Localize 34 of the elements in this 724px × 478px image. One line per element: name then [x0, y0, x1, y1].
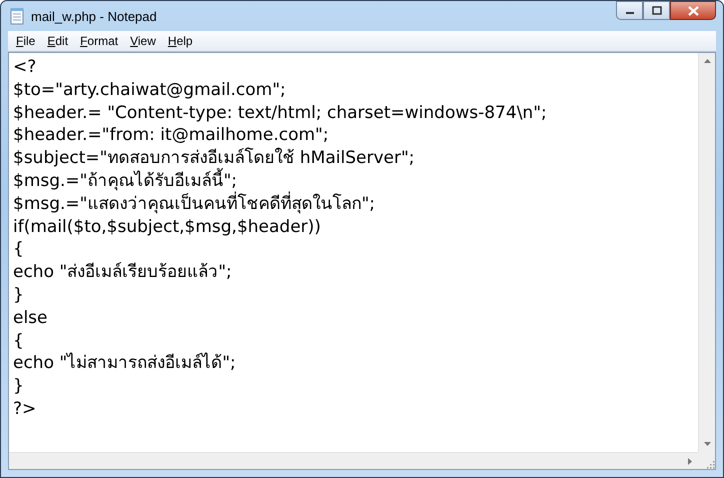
scroll-down-icon [704, 442, 710, 446]
code-line: } [13, 375, 24, 398]
scroll-right-icon [688, 458, 692, 464]
window-title: mail_w.php - Notepad [31, 8, 158, 24]
code-line: } [13, 284, 24, 307]
maximize-button[interactable] [643, 1, 670, 20]
menu-item[interactable]: Help [162, 32, 199, 50]
code-line: ?> [13, 398, 36, 421]
code-line: echo "ไม่สามารถส่งอีเมล์ได้"; [13, 352, 236, 376]
resize-grip-icon [706, 460, 715, 469]
code-line: { [13, 330, 24, 352]
code-line: $header.="from: it@mailhome.com"; [13, 124, 329, 148]
code-line: echo "ส่งอีเมล์เรียบร้อยแล้ว"; [13, 261, 232, 284]
code-line: else [13, 306, 48, 330]
code-line: $msg.="แสดงว่าคุณเป็นคนที่โชคดีที่สุดในโลก"; [13, 192, 376, 216]
code-line: $to="arty.chaiwat@gmail.com"; [13, 78, 286, 102]
menu-item[interactable]: Format [74, 32, 124, 50]
code-line: $header.= "Content-type: text/html; charset=windows-874\n"; [13, 102, 547, 124]
minimize-button[interactable] [616, 1, 643, 20]
close-icon [688, 6, 698, 16]
code-line: $msg.="ถ้าคุณได้รับอีเมล์นี้"; [13, 170, 238, 193]
code-line: { [13, 238, 24, 262]
code-line: <? [13, 56, 36, 79]
maximize-icon [652, 6, 662, 15]
menu-item[interactable]: Edit [41, 32, 74, 50]
notepad-icon [9, 7, 25, 25]
horizontal-scrollbar[interactable] [9, 452, 698, 469]
code-line: $subject="ทดสอบการส่งอีเมล์โดยใช้ hMailServer"; [13, 147, 415, 168]
code-line: if(mail($to,$subject,$msg,$header)) [13, 216, 321, 238]
menu-item[interactable]: File [10, 32, 42, 50]
close-button[interactable] [670, 1, 716, 20]
menu-item[interactable]: View [124, 32, 162, 50]
vertical-scrollbar[interactable] [698, 53, 715, 452]
scroll-up-icon [704, 59, 710, 63]
